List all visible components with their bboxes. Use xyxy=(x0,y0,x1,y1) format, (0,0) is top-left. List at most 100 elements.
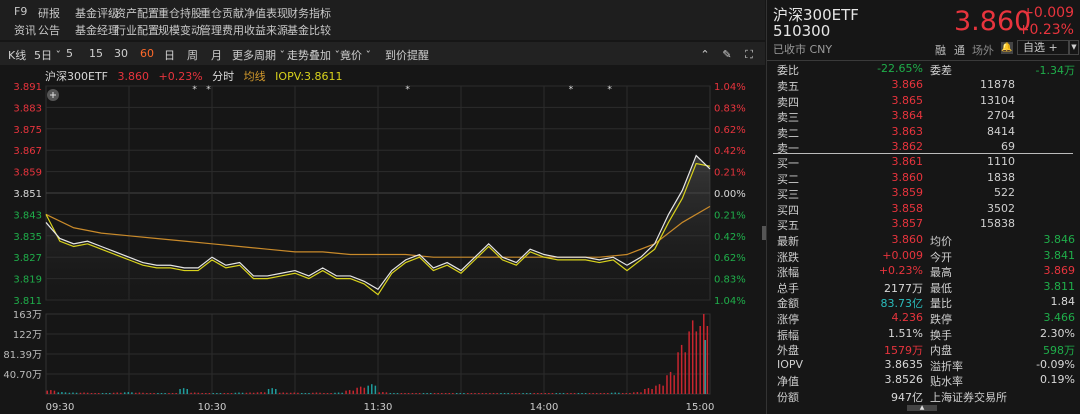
nav-item[interactable]: 基金比较 xyxy=(287,22,331,38)
stat-label: 最新 xyxy=(777,235,799,248)
volume-bar xyxy=(160,393,163,394)
volume-bar xyxy=(127,392,130,394)
label: 委比 xyxy=(777,64,799,77)
stat-row: 涨跌 +0.009 今开 3.841 xyxy=(767,249,1080,264)
nav-item[interactable]: 行业配置 xyxy=(115,22,159,38)
volume-bar xyxy=(533,393,535,394)
event-marker-icon[interactable]: * xyxy=(405,85,410,95)
volume-bar xyxy=(433,393,436,394)
nav-item[interactable]: 研报 xyxy=(38,5,60,21)
period-tab[interactable]: 走势叠加 ˇ xyxy=(287,47,340,63)
watchlist-dropdown-icon[interactable]: ▼ xyxy=(1069,40,1079,55)
nav-item[interactable]: 基金经理 xyxy=(75,22,119,38)
period-tab[interactable]: 周 xyxy=(187,47,198,63)
nav-item[interactable]: 基金评级 xyxy=(75,5,119,21)
period-tab[interactable]: 竟价 ˇ xyxy=(340,47,371,63)
volume-bar xyxy=(359,386,362,394)
nav-item[interactable]: 重仓贡献 xyxy=(200,5,244,21)
y-tick-left: 3.835 xyxy=(13,232,42,243)
collapse-up-icon[interactable]: ⌃ xyxy=(697,47,713,63)
period-tab[interactable]: 30 xyxy=(114,47,128,60)
volume-bar xyxy=(566,393,569,394)
volume-bar xyxy=(522,393,524,394)
nav-item[interactable]: F9 xyxy=(14,5,27,18)
avg-line-label: 均线 xyxy=(243,70,266,83)
bid-row: 买四 3.858 3502 xyxy=(767,202,1080,217)
volume-bar xyxy=(319,392,321,394)
volume-bar xyxy=(153,393,155,394)
volume-bar xyxy=(186,388,188,394)
volume-bar xyxy=(101,393,104,394)
chart-change-pct: +0.23% xyxy=(158,70,203,83)
volume-bar xyxy=(459,393,462,394)
nav-item[interactable]: 净值表现 xyxy=(244,5,288,21)
volume-bar xyxy=(267,388,270,394)
volume-bar xyxy=(581,393,583,394)
y-tick-right: 0.21% xyxy=(714,168,746,179)
nav-item[interactable]: 规模变动 xyxy=(158,22,202,38)
stat-label: 换手 xyxy=(930,328,952,342)
y-tick-right: 0.83% xyxy=(714,103,746,114)
nav-item[interactable]: 收益来源 xyxy=(244,22,288,38)
volume-bar xyxy=(86,392,89,394)
event-marker-icon[interactable]: * xyxy=(192,85,197,95)
connect-tag: 通 xyxy=(954,44,965,57)
period-tab[interactable]: 60 xyxy=(140,47,154,60)
brush-icon[interactable]: ✎ xyxy=(719,47,735,63)
zoom-in-icon[interactable] xyxy=(47,89,59,101)
volume-bar xyxy=(677,352,679,394)
stat-value: 3.8635 xyxy=(884,357,924,371)
nav-item[interactable]: 资产配置 xyxy=(115,5,159,21)
volume-bar xyxy=(68,392,71,394)
volume-bar xyxy=(79,392,82,394)
alert-bell-icon[interactable]: 🔔 xyxy=(1001,42,1013,54)
bid-row: 买五 3.857 15838 xyxy=(767,217,1080,232)
volume-bar xyxy=(418,393,421,394)
quote-change-pct: +0.23% xyxy=(1017,22,1074,38)
volume-bar xyxy=(673,375,675,394)
volume-bar xyxy=(404,393,406,394)
volume-bar xyxy=(216,393,218,394)
x-tick-label: 11:30 xyxy=(364,402,393,413)
event-marker-icon[interactable]: * xyxy=(206,85,211,95)
volume-bar xyxy=(94,393,96,394)
nav-item[interactable]: 资讯 xyxy=(14,22,36,38)
volume-bar xyxy=(485,393,487,394)
expand-up-icon[interactable]: ▲ xyxy=(907,405,937,411)
add-watchlist-button[interactable]: 自选 + xyxy=(1017,40,1069,55)
margin-tag: 融 xyxy=(935,44,946,57)
otc-tag[interactable]: 场外 xyxy=(972,42,994,58)
volume-bar xyxy=(205,393,207,394)
period-tab[interactable]: 15 xyxy=(89,47,103,60)
stat-label: 今开 xyxy=(930,250,952,264)
volume-bar xyxy=(334,392,336,394)
fullscreen-icon[interactable]: ⛶ xyxy=(741,47,757,63)
period-tab[interactable]: 到价提醒 xyxy=(385,47,429,63)
volume-bar xyxy=(537,393,539,394)
nav-item[interactable]: 公告 xyxy=(38,22,60,38)
event-marker-icon[interactable]: * xyxy=(607,85,612,95)
period-tab[interactable]: 5 xyxy=(66,47,73,60)
volume-bar xyxy=(149,393,152,394)
bid-row: 买三 3.859 522 xyxy=(767,186,1080,201)
stat-value: 2177万 xyxy=(884,281,923,295)
period-tab[interactable]: K线 xyxy=(8,47,26,63)
volume-bar xyxy=(407,393,410,394)
mode-label[interactable]: 分时 xyxy=(212,70,234,83)
event-marker-icon[interactable]: * xyxy=(569,85,574,95)
y-tick-right: 0.42% xyxy=(714,146,746,157)
y-tick-left: 3.891 xyxy=(13,82,42,93)
nav-item[interactable]: 财务指标 xyxy=(287,5,331,21)
period-tab[interactable]: 月 xyxy=(211,47,222,63)
volume-bar xyxy=(371,384,373,394)
nav-item[interactable]: 重仓持股 xyxy=(158,5,202,21)
stat-row: 净值 3.8526 贴水率 0.19% xyxy=(767,373,1080,388)
volume-bar xyxy=(345,390,347,394)
volume-bar xyxy=(193,392,196,394)
period-tab[interactable]: 5日 ˇ xyxy=(34,47,61,63)
period-tab[interactable]: 日 xyxy=(164,47,175,63)
x-tick-label: 14:00 xyxy=(530,402,559,413)
nav-item[interactable]: 管理费用 xyxy=(200,22,244,38)
volume-bar xyxy=(478,393,480,394)
period-tab[interactable]: 更多周期 ˇ xyxy=(232,47,285,63)
